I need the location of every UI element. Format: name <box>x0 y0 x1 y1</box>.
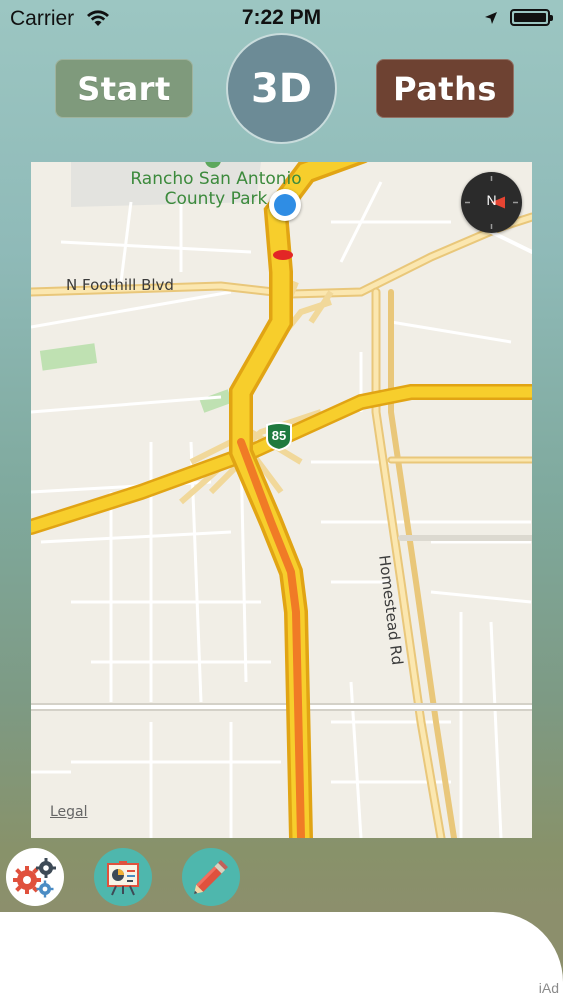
green-area <box>199 389 233 413</box>
pencil-icon <box>194 860 228 894</box>
presentation-chart-icon <box>107 861 139 896</box>
iad-badge: iAd <box>538 980 559 996</box>
compass-button[interactable]: N <box>461 172 522 233</box>
route-highway <box>229 162 368 838</box>
battery-icon <box>510 9 553 26</box>
edit-button[interactable] <box>182 848 240 906</box>
legal-link[interactable]: Legal <box>50 804 88 820</box>
location-arrow-icon <box>484 11 498 30</box>
3d-mode-button[interactable]: 3D <box>226 33 337 144</box>
start-button[interactable]: Start <box>55 59 193 118</box>
gears-icon <box>13 858 56 898</box>
clock: 7:22 PM <box>241 6 322 29</box>
map-view[interactable]: Rancho San Antonio County Park N Foothil… <box>31 162 532 838</box>
paths-button[interactable]: Paths <box>376 59 514 118</box>
ad-banner[interactable]: iAd <box>0 912 563 1000</box>
route-marker <box>273 250 293 260</box>
compass-heading: N <box>486 192 497 208</box>
statistics-button[interactable] <box>94 848 152 906</box>
road-label-foothill: N Foothill Blvd <box>66 276 174 294</box>
map-base-layer <box>31 162 532 838</box>
green-area <box>39 343 98 371</box>
settings-button[interactable] <box>6 848 64 906</box>
user-location-dot <box>269 189 301 221</box>
route-85-number: 85 <box>271 428 287 443</box>
